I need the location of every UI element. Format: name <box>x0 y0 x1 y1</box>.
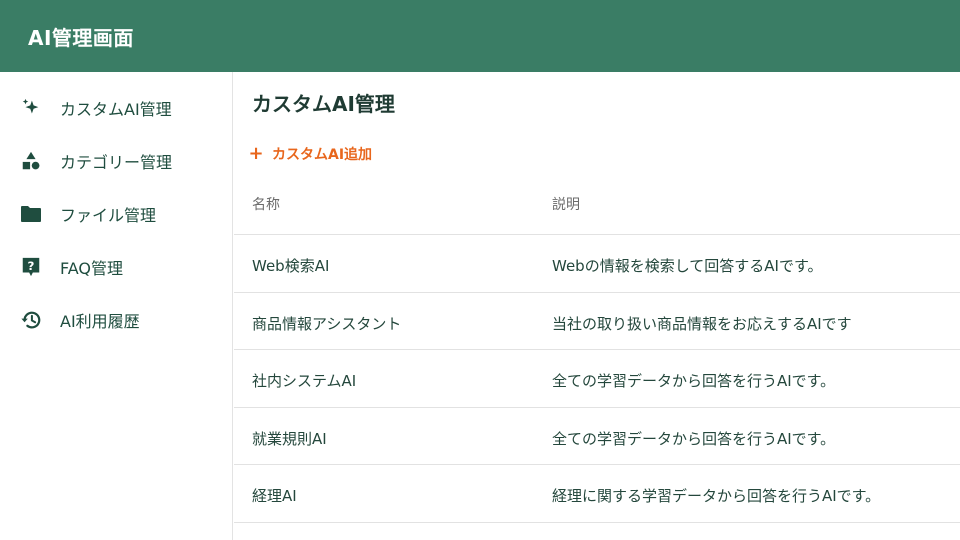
folder-icon <box>19 202 43 226</box>
shapes-icon <box>19 149 43 173</box>
sidebar-item-files[interactable]: ファイル管理 <box>0 194 233 234</box>
app-title: AI管理画面 <box>28 25 134 50</box>
row-name: Web検索AI <box>252 257 330 275</box>
column-header-name: 名称 <box>252 197 280 213</box>
add-button-label: カスタムAI追加 <box>272 147 373 163</box>
plus-icon: + <box>248 143 264 164</box>
table-row[interactable]: 商品情報アシスタント 当社の取り扱い商品情報をお応えするAIです <box>234 293 960 350</box>
row-name: 経理AI <box>252 487 297 505</box>
row-description: 全ての学習データから回答を行うAIです。 <box>552 430 836 448</box>
row-description: 当社の取り扱い商品情報をお応えするAIです <box>552 315 852 333</box>
app-header: AI管理画面 <box>0 0 960 72</box>
page-title: カスタムAI管理 <box>252 92 395 116</box>
sidebar-item-label: カスタムAI管理 <box>60 100 172 119</box>
row-name: 就業規則AI <box>252 430 327 448</box>
sidebar-item-history[interactable]: AI利用履歴 <box>0 300 233 340</box>
main-content: カスタムAI管理 + カスタムAI追加 名称 説明 Web検索AI Webの情報… <box>234 72 960 540</box>
divider <box>234 522 960 523</box>
help-box-icon: ? <box>19 255 43 279</box>
table-row[interactable]: 社内システムAI 全ての学習データから回答を行うAIです。 <box>234 350 960 407</box>
row-description: 全ての学習データから回答を行うAIです。 <box>552 372 836 390</box>
svg-text:?: ? <box>28 259 35 273</box>
sidebar: カスタムAI管理 カテゴリー管理 ファイル管理 ? FAQ管理 AI利用履歴 <box>0 72 233 540</box>
row-name: 商品情報アシスタント <box>252 315 402 333</box>
column-header-description: 説明 <box>552 197 580 213</box>
sidebar-item-label: カテゴリー管理 <box>60 153 173 172</box>
table-row[interactable]: 経理AI 経理に関する学習データから回答を行うAIです。 <box>234 465 960 522</box>
sidebar-item-label: AI利用履歴 <box>60 312 140 331</box>
row-description: Webの情報を検索して回答するAIです。 <box>552 257 823 275</box>
row-description: 経理に関する学習データから回答を行うAIです。 <box>552 487 881 505</box>
row-name: 社内システムAI <box>252 372 357 390</box>
table-row[interactable]: Web検索AI Webの情報を検索して回答するAIです。 <box>234 235 960 292</box>
sidebar-item-category[interactable]: カテゴリー管理 <box>0 141 233 181</box>
sidebar-item-label: ファイル管理 <box>60 206 157 225</box>
sidebar-item-faq[interactable]: ? FAQ管理 <box>0 247 233 287</box>
sidebar-item-custom-ai[interactable]: カスタムAI管理 <box>0 88 233 128</box>
table-row[interactable]: 就業規則AI 全ての学習データから回答を行うAIです。 <box>234 408 960 465</box>
sparkle-icon <box>19 96 43 120</box>
history-icon <box>19 308 43 332</box>
sidebar-item-label: FAQ管理 <box>60 259 123 278</box>
add-custom-ai-button[interactable]: + カスタムAI追加 <box>246 142 372 166</box>
